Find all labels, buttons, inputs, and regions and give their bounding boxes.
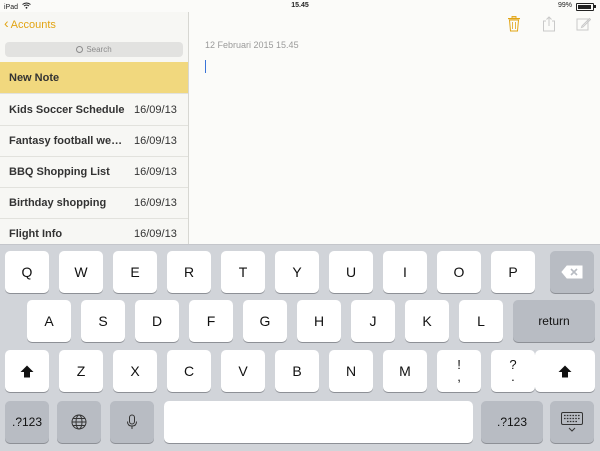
numbers-key-right[interactable]: .?123 [481, 401, 543, 443]
key-c[interactable]: C [167, 350, 211, 392]
key-w[interactable]: W [59, 251, 103, 293]
microphone-icon [127, 414, 137, 429]
shift-icon [20, 365, 34, 377]
note-date: 12 Februari 2015 15.45 [205, 40, 299, 50]
backspace-icon [561, 265, 583, 279]
dictation-key[interactable] [110, 401, 154, 443]
return-key[interactable]: return [513, 300, 595, 342]
search-field[interactable]: Search [5, 42, 183, 57]
note-row[interactable]: Kids Soccer Schedule 16/09/13 [0, 94, 188, 126]
numbers-key-left[interactable]: .?123 [5, 401, 49, 443]
clock: 15.45 [291, 2, 309, 9]
trash-icon[interactable] [507, 16, 521, 32]
key-a[interactable]: A [27, 300, 71, 342]
key-o[interactable]: O [437, 251, 481, 293]
key-x[interactable]: X [113, 350, 157, 392]
note-row-new-note[interactable]: New Note [0, 62, 188, 94]
battery-icon [576, 3, 596, 11]
key-z[interactable]: Z [59, 350, 103, 392]
note-row[interactable]: BBQ Shopping List 16/09/13 [0, 156, 188, 188]
text-cursor[interactable] [205, 60, 206, 73]
hide-keyboard-key[interactable] [550, 401, 594, 443]
shift-key-left[interactable] [5, 350, 49, 392]
key-d[interactable]: D [135, 300, 179, 342]
on-screen-keyboard: Q W E R T Y U I O P A S D F G H J K L re… [0, 244, 600, 451]
key-f[interactable]: F [189, 300, 233, 342]
key-p[interactable]: P [491, 251, 535, 293]
key-q[interactable]: Q [5, 251, 49, 293]
accounts-back-button[interactable]: ‹ Accounts [4, 15, 56, 31]
keyboard-hide-icon [561, 412, 583, 432]
key-l[interactable]: L [459, 300, 503, 342]
shift-key-right[interactable] [535, 350, 595, 392]
key-k[interactable]: K [405, 300, 449, 342]
backspace-key[interactable] [550, 251, 594, 293]
key-h[interactable]: H [297, 300, 341, 342]
key-s[interactable]: S [81, 300, 125, 342]
key-n[interactable]: N [329, 350, 373, 392]
battery-percent: 99% [557, 2, 572, 9]
compose-icon[interactable] [576, 16, 592, 31]
key-u[interactable]: U [329, 251, 373, 293]
share-icon[interactable] [542, 16, 556, 32]
key-exclaim-comma[interactable]: !, [437, 350, 481, 392]
shift-icon [558, 365, 572, 377]
key-g[interactable]: G [243, 300, 287, 342]
key-i[interactable]: I [383, 251, 427, 293]
key-y[interactable]: Y [275, 251, 319, 293]
key-j[interactable]: J [351, 300, 395, 342]
note-detail: 12 Februari 2015 15.45 [189, 12, 600, 244]
note-row[interactable]: Birthday shopping 16/09/13 [0, 187, 188, 219]
key-m[interactable]: M [383, 350, 427, 392]
search-icon [76, 46, 84, 53]
key-t[interactable]: T [221, 251, 265, 293]
key-v[interactable]: V [221, 350, 265, 392]
status-bar: iPad 15.45 99% [0, 0, 600, 12]
space-bar[interactable] [164, 401, 473, 443]
key-question-period[interactable]: ?. [491, 350, 535, 392]
key-b[interactable]: B [275, 350, 319, 392]
notes-sidebar: ‹ Accounts Search New Note Kids Soccer Sc… [0, 12, 189, 244]
key-r[interactable]: R [167, 251, 211, 293]
note-row[interactable]: Fantasy football weekly 16/09/13 [0, 125, 188, 157]
globe-key[interactable] [57, 401, 101, 443]
chevron-left-icon: ‹ [4, 15, 9, 31]
key-e[interactable]: E [113, 251, 157, 293]
globe-icon [71, 414, 87, 430]
